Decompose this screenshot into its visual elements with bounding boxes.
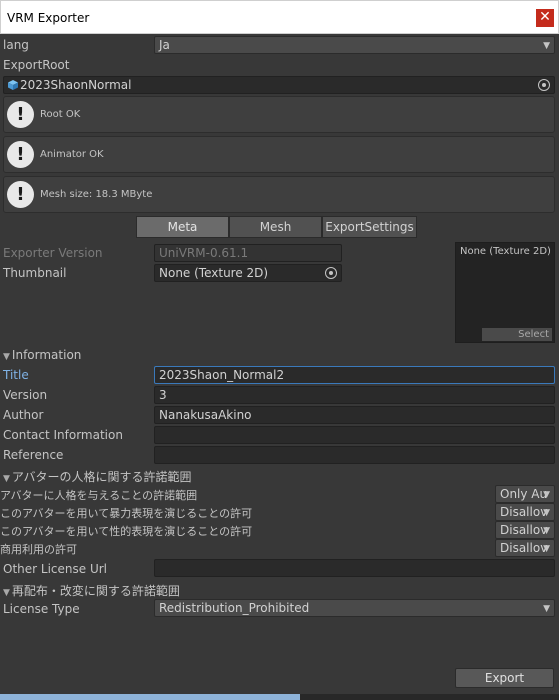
commercial-permission-label: 商用利用の許可 <box>0 543 77 556</box>
warning-icon: ! <box>7 181 34 208</box>
prefab-cube-icon <box>8 80 18 90</box>
sexual-permission-label: このアバターを用いて性的表現を演じることの許可 <box>0 525 253 538</box>
contact-information-label: Contact Information <box>3 428 123 442</box>
reference-label: Reference <box>3 448 64 462</box>
sexual-permission-dropdown[interactable]: Disallov ▼ <box>495 521 555 539</box>
chevron-down-icon: ▼ <box>543 604 550 614</box>
preview-select-button[interactable]: Select <box>482 328 552 341</box>
warning-icon: ! <box>7 101 34 128</box>
dropdown-value: Redistribution_Prohibited <box>159 601 310 615</box>
export-root-value: 2023ShaonNormal <box>20 78 132 92</box>
export-button[interactable]: Export <box>455 668 554 688</box>
information-foldout[interactable]: ▼ Information <box>3 348 81 362</box>
chevron-down-icon: ▼ <box>543 526 550 536</box>
violence-permission-dropdown[interactable]: Disallov ▼ <box>495 503 555 521</box>
license-type-dropdown[interactable]: Redistribution_Prohibited ▼ <box>154 599 555 617</box>
status-strip <box>0 694 559 700</box>
redistribution-header: 再配布・改変に関する許諾範囲 <box>11 584 180 598</box>
dropdown-value: Disallov <box>500 523 548 537</box>
preview-text: None (Texture 2D) <box>460 246 551 257</box>
version-label: Version <box>3 388 48 402</box>
close-button[interactable]: ✕ <box>536 9 554 27</box>
personation-permission-dropdown[interactable]: Only Au ▼ <box>495 485 555 503</box>
title-label: Title <box>3 368 29 382</box>
avatar-permission-header: アバターの人格に関する許諾範囲 <box>11 470 192 484</box>
progress-accent <box>0 694 300 700</box>
lang-dropdown[interactable]: Ja ▼ <box>154 36 555 54</box>
commercial-permission-dropdown[interactable]: Disallov ▼ <box>495 539 555 557</box>
exporter-version-label: Exporter Version <box>3 246 103 260</box>
window-titlebar: VRM Exporter ✕ <box>0 0 559 34</box>
help-message: Mesh size: 18.3 MByte <box>40 189 153 200</box>
information-header: Information <box>11 348 82 362</box>
exporter-version-field: UniVRM-0.61.1 <box>154 244 342 262</box>
export-root-field[interactable]: 2023ShaonNormal <box>3 76 555 94</box>
dropdown-value: Only Au <box>500 487 548 501</box>
chevron-down-icon: ▼ <box>543 490 550 500</box>
foldout-triangle-icon: ▼ <box>3 352 10 362</box>
help-message: Root OK <box>40 109 81 120</box>
thumbnail-preview[interactable]: None (Texture 2D) Select <box>455 242 555 343</box>
tab-export-settings[interactable]: ExportSettings <box>322 216 417 238</box>
export-root-label: ExportRoot <box>3 58 70 72</box>
dropdown-value: Disallov <box>500 505 548 519</box>
author-input[interactable]: NanakusaAkino <box>154 406 555 424</box>
tab-mesh[interactable]: Mesh <box>229 216 322 238</box>
personation-permission-label: アバターに人格を与えることの許諾範囲 <box>0 489 198 502</box>
window-title: VRM Exporter <box>7 11 90 25</box>
help-message: Animator OK <box>40 149 104 160</box>
license-type-label: License Type <box>3 602 80 616</box>
thumbnail-label: Thumbnail <box>3 266 67 280</box>
lang-value: Ja <box>159 38 170 52</box>
thumbnail-value: None (Texture 2D) <box>159 266 269 280</box>
avatar-permission-foldout[interactable]: ▼ アバターの人格に関する許諾範囲 <box>3 468 191 485</box>
author-label: Author <box>3 408 44 422</box>
contact-information-input[interactable] <box>154 426 555 444</box>
object-picker-icon[interactable] <box>325 267 337 279</box>
chevron-down-icon: ▼ <box>543 544 550 554</box>
title-input[interactable]: 2023Shaon_Normal2 <box>154 366 555 384</box>
version-input[interactable]: 3 <box>154 386 555 404</box>
redistribution-foldout[interactable]: ▼ 再配布・改変に関する許諾範囲 <box>3 582 180 599</box>
other-license-url-input[interactable] <box>154 559 555 577</box>
other-license-url-label: Other License Url <box>3 562 107 576</box>
chevron-down-icon: ▼ <box>543 41 550 51</box>
dropdown-value: Disallov <box>500 541 548 555</box>
warning-icon: ! <box>7 141 34 168</box>
help-box-mesh-size: ! Mesh size: 18.3 MByte <box>3 176 555 213</box>
object-picker-icon[interactable] <box>538 79 550 91</box>
tab-meta[interactable]: Meta <box>136 216 229 238</box>
reference-input[interactable] <box>154 446 555 464</box>
chevron-down-icon: ▼ <box>543 508 550 518</box>
help-box-animator: ! Animator OK <box>3 136 555 173</box>
exporter-panel: lang Ja ▼ ExportRoot 2023ShaonNormal ! R… <box>0 34 559 700</box>
lang-label: lang <box>3 38 29 52</box>
foldout-triangle-icon: ▼ <box>3 474 10 484</box>
help-box-root: ! Root OK <box>3 96 555 133</box>
thumbnail-field[interactable]: None (Texture 2D) <box>154 264 342 282</box>
violence-permission-label: このアバターを用いて暴力表現を演じることの許可 <box>0 507 253 520</box>
foldout-triangle-icon: ▼ <box>3 588 10 598</box>
